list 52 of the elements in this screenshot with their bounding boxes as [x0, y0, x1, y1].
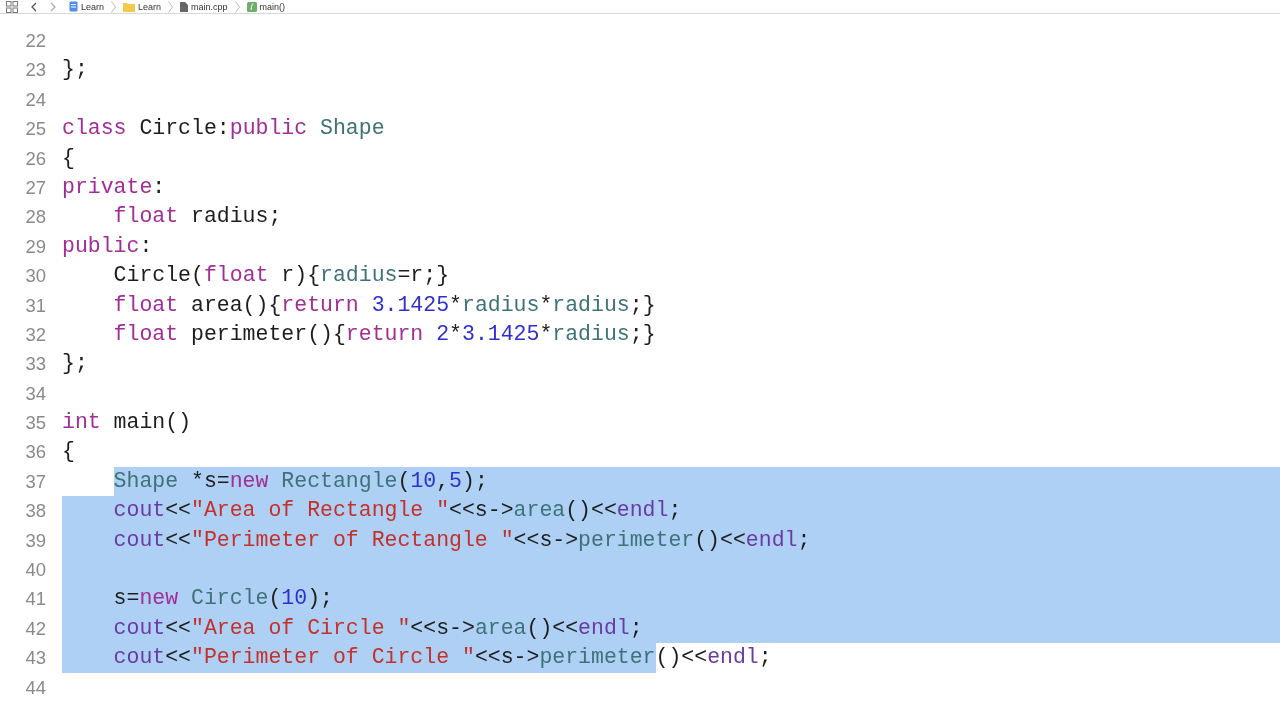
line-number: 30	[24, 264, 46, 289]
line-number: 37	[24, 469, 46, 494]
code-line: };	[62, 56, 89, 84]
code-line: float perimeter(){return 2*3.1425*radius;}	[112, 320, 657, 348]
back-icon[interactable]	[31, 1, 37, 12]
folder-icon	[123, 1, 136, 12]
forward-icon[interactable]	[50, 1, 56, 12]
breadcrumb-item[interactable]: main.cpp	[191, 1, 228, 12]
line-number: 42	[24, 616, 46, 641]
line-number: 29	[24, 234, 46, 259]
code-line: };	[62, 350, 89, 378]
breadcrumb-item[interactable]: main()	[259, 1, 286, 12]
line-number: 27	[24, 175, 46, 200]
code-line: float radius;	[112, 203, 283, 231]
line-number: 24	[24, 87, 46, 112]
code-line: {	[62, 438, 76, 466]
breadcrumb-item[interactable]: Learn	[138, 1, 162, 12]
line-number: 28	[24, 205, 46, 230]
breadcrumb-item[interactable]: Learn	[81, 1, 105, 12]
code-line: cout<<"Area of Rectangle "<<s->area()<<endl;	[62, 496, 1280, 526]
line-number: 44	[24, 675, 46, 700]
grid-icon[interactable]	[6, 0, 18, 13]
code-line: cout<<"Perimeter of Circle "<<s->perimeter()<<endl;	[62, 643, 1280, 673]
line-number: 25	[24, 117, 46, 142]
line-number: 40	[24, 558, 46, 583]
code-line: int main()	[62, 409, 193, 437]
line-number: 33	[24, 352, 46, 377]
code-line: private:	[62, 173, 167, 201]
line-number: 36	[24, 440, 46, 465]
chevron-icon	[234, 0, 240, 13]
code-line: cout<<"Perimeter of Rectangle "<<s->perimeter()<<endl;	[62, 525, 1280, 556]
line-number: 35	[24, 411, 46, 436]
chevron-icon	[111, 0, 117, 13]
line-number: 34	[24, 381, 46, 406]
line-number: 23	[24, 58, 46, 83]
line-number: 26	[24, 146, 46, 171]
line-number: 31	[24, 293, 46, 318]
line-number: 41	[24, 587, 46, 612]
file-icon	[180, 1, 189, 12]
line-number: 22	[24, 29, 46, 53]
line-number: 32	[24, 322, 46, 347]
code-line: s=new Circle(10);	[62, 584, 1280, 614]
code-line: cout<<"Area of Circle "<<s->area()<<endl;	[62, 613, 1280, 644]
code-line: class Circle:public Shape	[62, 115, 386, 143]
code-line: {	[62, 144, 76, 172]
line-number: 38	[24, 499, 46, 524]
code-line: Circle(float r){radius=r;}	[112, 262, 451, 290]
line-number: 39	[24, 528, 46, 553]
chevron-icon	[168, 0, 174, 13]
line-number: 43	[24, 646, 46, 671]
code-line: public:	[62, 232, 154, 260]
code-line: float area(){return 3.1425*radius*radius;}	[112, 291, 657, 319]
